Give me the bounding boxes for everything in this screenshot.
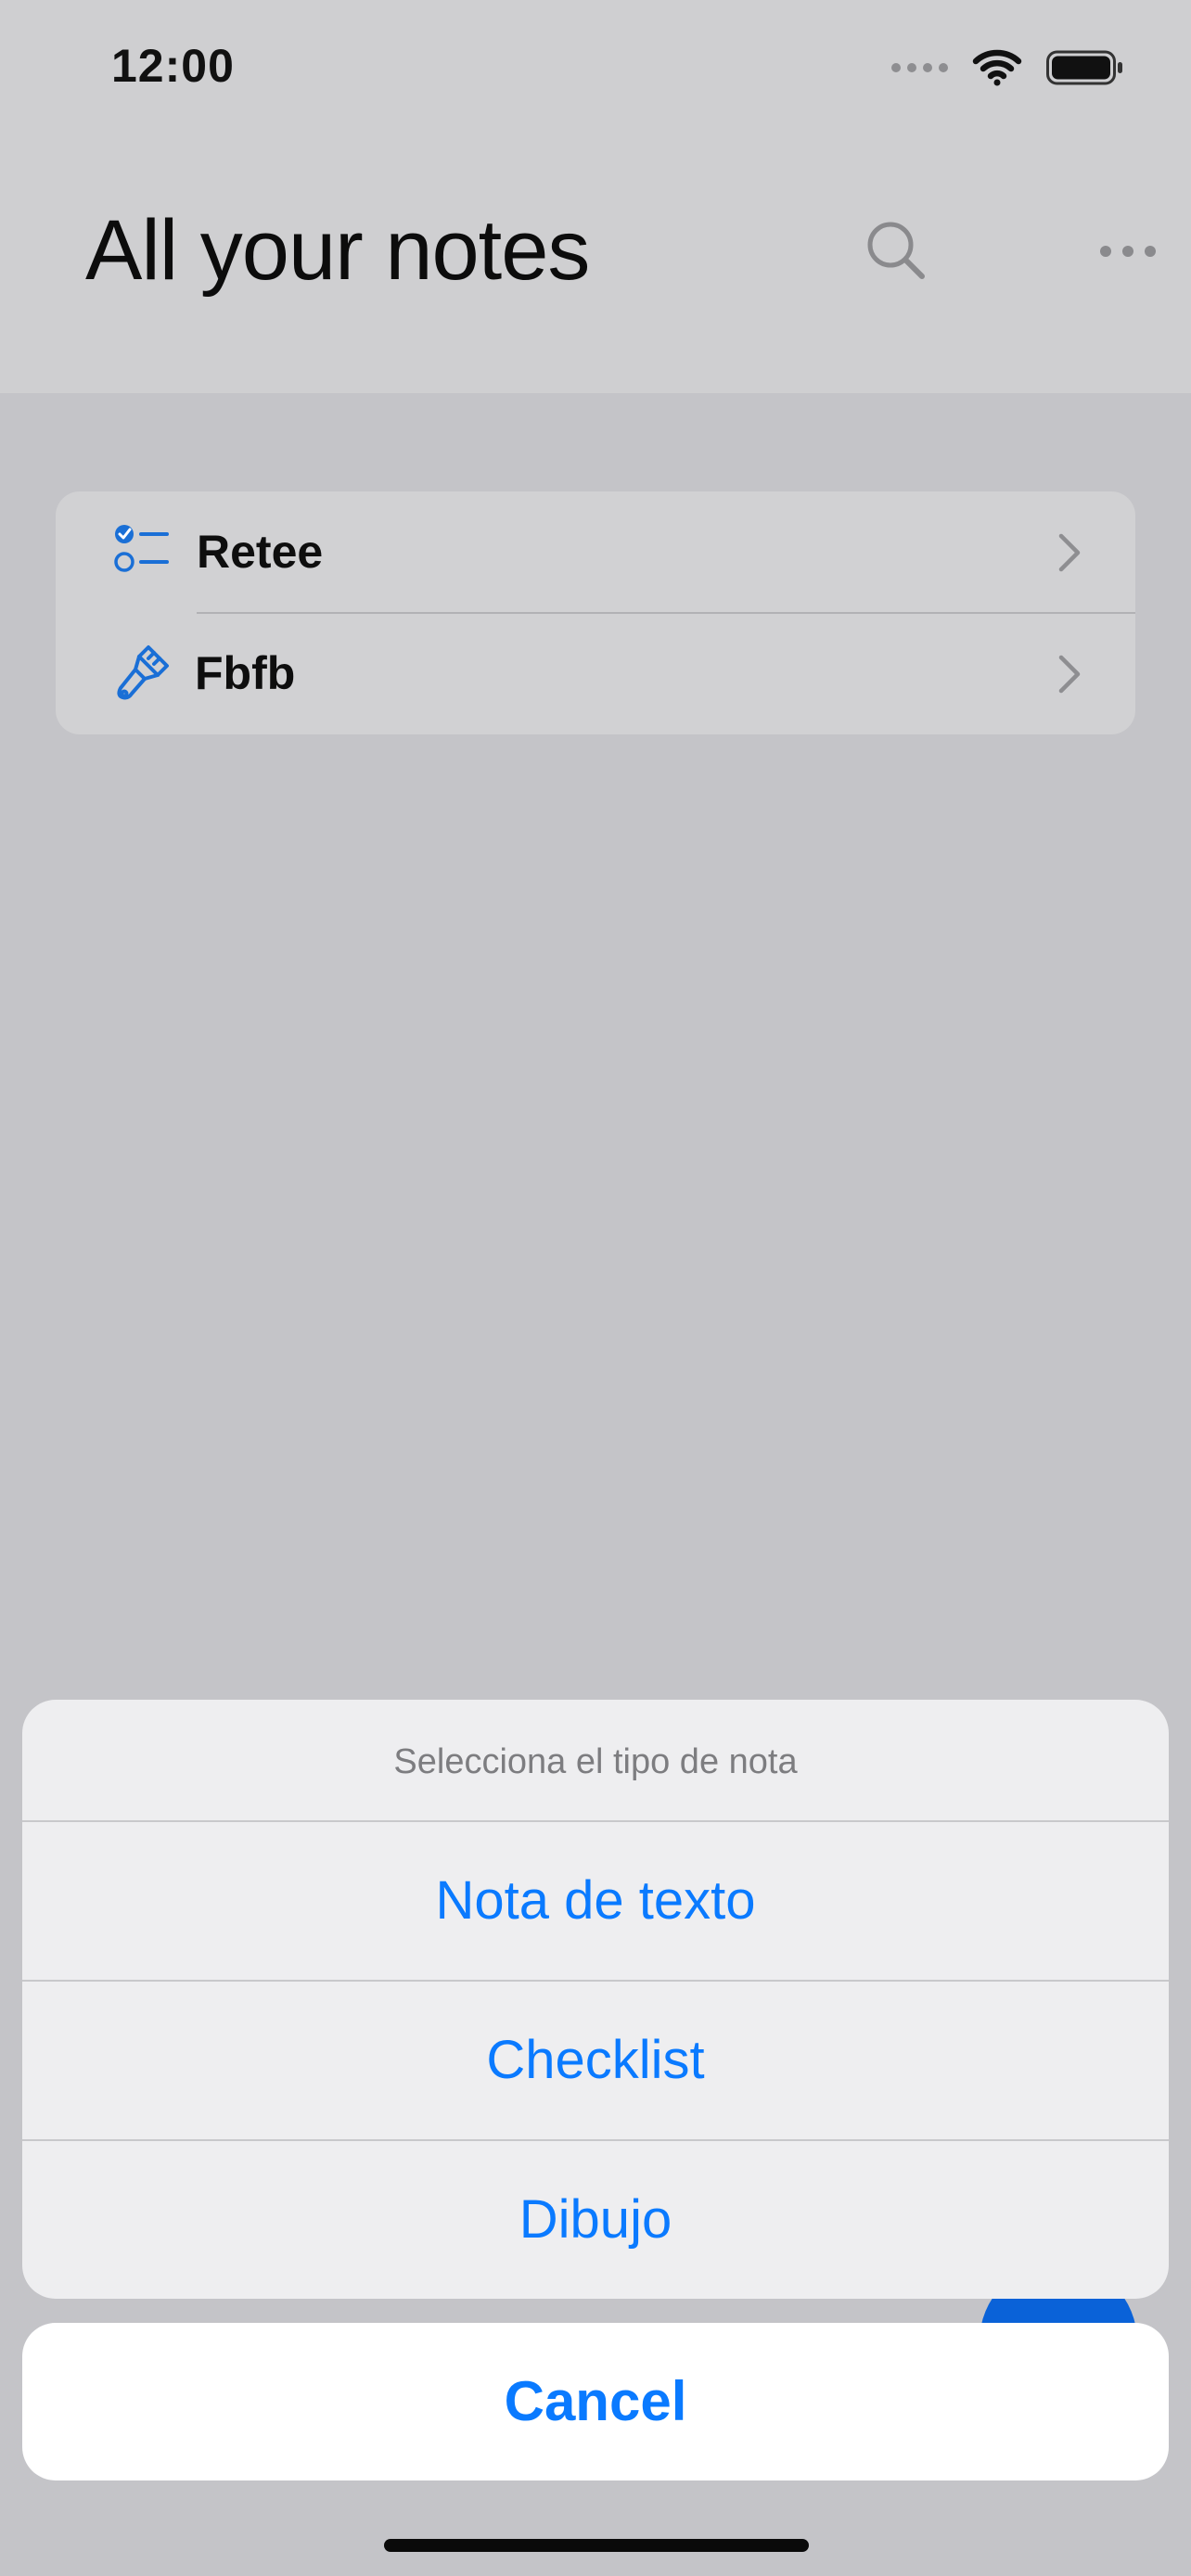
option-drawing-button[interactable]: Dibujo (22, 2141, 1169, 2299)
checklist-icon (114, 525, 169, 572)
notes-list: Retee Fbfb (56, 491, 1135, 734)
cellular-signal-icon (891, 63, 948, 72)
more-options-button[interactable] (1082, 228, 1174, 274)
home-indicator (384, 2539, 809, 2552)
note-title: Retee (197, 526, 324, 578)
header: 12:00 All your notes (0, 0, 1191, 393)
status-icons (891, 45, 1124, 91)
option-checklist-button[interactable]: Checklist (22, 1982, 1169, 2139)
chevron-right-icon (1058, 533, 1081, 572)
note-row[interactable]: Fbfb (56, 613, 1135, 734)
status-time: 12:00 (111, 40, 235, 92)
battery-icon (1046, 50, 1122, 85)
note-row[interactable]: Retee (56, 491, 1135, 614)
chevron-right-icon (1058, 655, 1081, 694)
action-sheet-title: Selecciona el tipo de nota (393, 1742, 798, 1781)
option-text-note-button[interactable]: Nota de texto (22, 1822, 1169, 1980)
wifi-icon (972, 49, 1022, 86)
cancel-button[interactable]: Cancel (22, 2323, 1169, 2480)
paintbrush-icon (117, 645, 169, 700)
ellipsis-icon (1100, 246, 1111, 257)
note-title: Fbfb (195, 647, 296, 699)
action-sheet: Selecciona el tipo de nota Nota de texto… (22, 1700, 1169, 2299)
search-icon (867, 222, 925, 279)
search-button[interactable] (861, 215, 931, 286)
page-title: All your notes (85, 203, 590, 298)
